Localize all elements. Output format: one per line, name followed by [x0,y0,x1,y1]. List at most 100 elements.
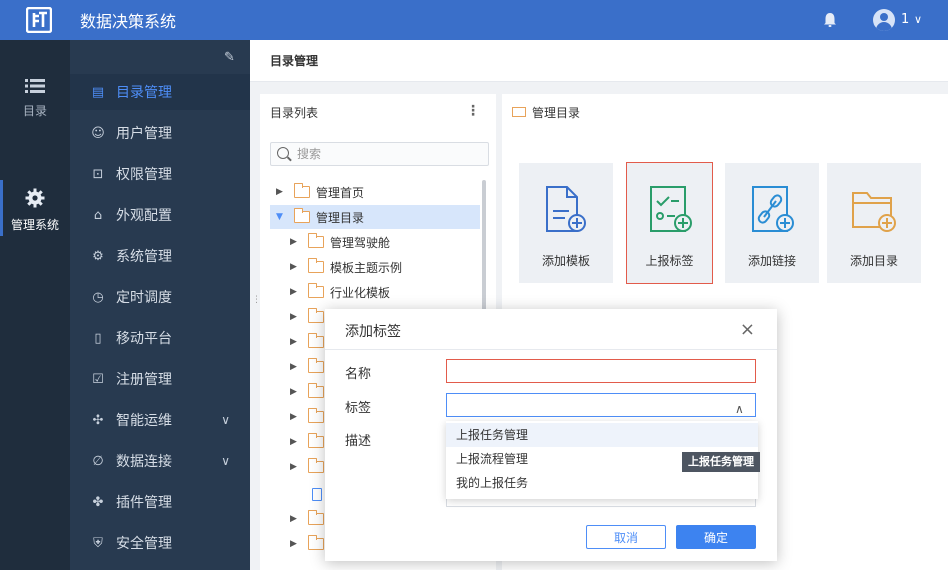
ops-icon: ✣ [92,412,104,428]
nav-item-data-connection[interactable]: ∅ 数据连接 ∨ [70,443,250,479]
close-icon[interactable]: × [740,319,755,340]
add-template-icon [546,186,586,232]
expand-arrow-icon[interactable]: ▶ [290,437,302,447]
nav-item-system[interactable]: ⚙ 系统管理 [70,238,250,274]
folder-icon [308,233,324,248]
chevron-down-icon: ∨ [221,413,230,427]
tree-item-home[interactable]: ▶ 管理首页 [276,180,480,204]
register-icon: ☑ [92,371,104,387]
chevron-down-icon[interactable]: ∨ [914,13,922,26]
pin-icon[interactable]: ✎ [224,50,235,65]
tree-item-label: 管理首页 [316,185,365,200]
divider [325,349,777,350]
collapse-arrow-icon[interactable]: ▼ [276,212,288,222]
nav-item-label: 系统管理 [116,249,172,265]
rail-item-manage-system[interactable]: 管理系统 [0,180,70,236]
panel-title: 管理目录 [532,106,581,120]
link-icon: ∅ [92,453,104,469]
add-folder-card[interactable]: 添加目录 [827,163,921,283]
expand-arrow-icon[interactable]: ▶ [290,337,302,347]
dropdown-option[interactable]: 我的上报任务 [446,471,758,495]
folder-icon [308,383,324,398]
cancel-button[interactable]: 取消 [586,525,666,549]
plugin-icon: ✤ [92,494,104,510]
nav-item-plugins[interactable]: ✤ 插件管理 [70,484,250,520]
nav-item-catalog[interactable]: ▤ 目录管理 [70,74,250,110]
expand-arrow-icon[interactable]: ▶ [290,514,302,524]
tooltip: 上报任务管理 [682,452,760,472]
folder-icon [512,107,526,117]
nav-item-ops[interactable]: ✣ 智能运维 ∨ [70,402,250,438]
tag-select[interactable] [446,393,756,417]
tree-item-template-theme[interactable]: ▶ 模板主题示例 [290,255,480,279]
expand-arrow-icon[interactable]: ▶ [290,539,302,549]
expand-arrow-icon[interactable]: ▶ [290,412,302,422]
ok-button[interactable]: 确定 [676,525,756,549]
description-label: 描述 [345,434,372,449]
report-tag-icon [650,186,692,232]
folder-icon [308,408,324,423]
nav-item-label: 定时调度 [116,290,172,306]
nav-item-appearance[interactable]: ⌂ 外观配置 [70,197,250,233]
folder-icon [308,433,324,448]
expand-arrow-icon[interactable]: ▶ [290,287,302,297]
tree-scrollbar[interactable] [482,180,486,320]
tree-item-managed-dir[interactable]: ▼ 管理目录 [270,205,480,229]
nav-item-label: 插件管理 [116,495,172,511]
add-link-icon [752,186,794,232]
nav-item-label: 用户管理 [116,126,172,142]
nav-item-permissions[interactable]: ⊡ 权限管理 [70,156,250,192]
expand-arrow-icon[interactable]: ▶ [276,187,288,197]
search-input[interactable] [297,146,482,162]
expand-arrow-icon[interactable]: ▶ [290,462,302,472]
settings-icon: ⚙ [92,248,104,264]
search-box [270,142,489,166]
avatar[interactable] [873,9,895,31]
tree-item-industry[interactable]: ▶ 行业化模板 [290,280,480,304]
nav-item-label: 数据连接 [116,454,172,470]
app-title: 数据决策系统 [80,12,177,31]
card-label: 添加目录 [849,254,898,268]
app-logo-icon [26,7,52,33]
report-tag-card[interactable]: 上报标签 [626,162,713,284]
bell-icon[interactable] [823,12,837,28]
tree-item-label: 管理驾驶舱 [330,235,391,250]
nav-item-register[interactable]: ☑ 注册管理 [70,361,250,397]
rail-item-label: 管理系统 [10,218,59,232]
shield-icon: ⛨ [93,535,103,551]
folder-icon [294,208,310,223]
folder-icon [308,283,324,298]
expand-arrow-icon[interactable]: ▶ [290,237,302,247]
expand-arrow-icon[interactable]: ▶ [290,262,302,272]
add-template-card[interactable]: 添加模板 [519,163,613,283]
rail-item-catalog[interactable]: 目录 [0,78,70,119]
expand-arrow-icon[interactable]: ▶ [290,387,302,397]
panel-splitter-handle[interactable]: ⋮ [252,296,261,305]
nav-item-label: 权限管理 [116,167,172,183]
lock-icon: ⊡ [92,166,104,182]
chevron-down-icon: ∨ [221,454,230,468]
tree-item-label: 管理目录 [316,210,365,225]
expand-arrow-icon[interactable]: ▶ [290,312,302,322]
chevron-up-icon[interactable]: ∧ [735,402,744,416]
tree-item-cockpit[interactable]: ▶ 管理驾驶舱 [290,230,480,254]
top-bar: 数据决策系统 1 ∨ [0,0,948,40]
gear-icon [25,188,45,208]
add-link-card[interactable]: 添加链接 [725,163,819,283]
dropdown-option[interactable]: 上报任务管理 [446,423,758,447]
nav-item-security[interactable]: ⛨ 安全管理 [70,525,250,561]
directory-list-title: 目录列表 [270,106,319,120]
expand-arrow-icon[interactable]: ▶ [290,362,302,372]
more-icon[interactable]: ⋮ [466,103,480,119]
nav-item-mobile[interactable]: ▯ 移动平台 [70,320,250,356]
folder-icon [308,535,324,550]
nav-item-users[interactable]: ☺ 用户管理 [70,115,250,151]
name-input[interactable] [446,359,756,383]
breadcrumb: 目录管理 [250,40,948,82]
user-name[interactable]: 1 [901,12,909,27]
folder-icon [308,458,324,473]
nav-item-label: 移动平台 [116,331,172,347]
nav-item-schedule[interactable]: ◷ 定时调度 [70,279,250,315]
card-label: 上报标签 [645,254,694,268]
document-icon[interactable] [312,488,322,501]
